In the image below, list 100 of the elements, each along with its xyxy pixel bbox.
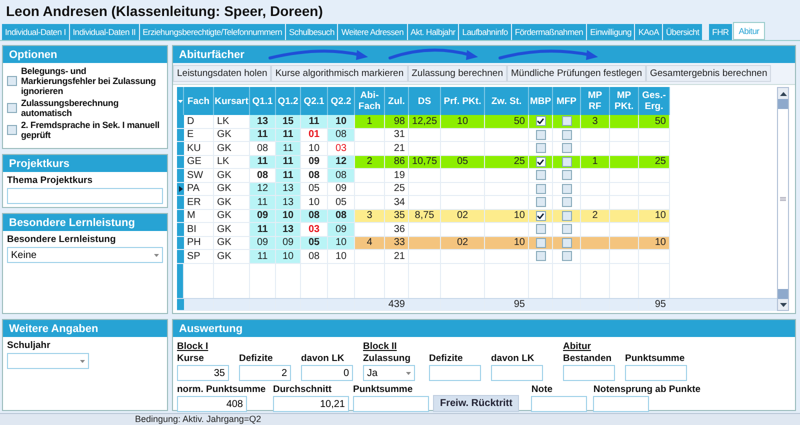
input-field[interactable] bbox=[353, 396, 429, 412]
checkbox[interactable] bbox=[562, 197, 572, 208]
table-cell: 33 bbox=[385, 236, 409, 250]
checkbox[interactable] bbox=[536, 238, 546, 248]
grade-cell: 11 bbox=[276, 128, 301, 142]
table-cell bbox=[610, 128, 639, 142]
table-cell: ER bbox=[184, 196, 214, 210]
column-header[interactable]: Abi-Fach bbox=[355, 87, 385, 115]
input-field[interactable]: 2 bbox=[239, 365, 291, 381]
input-field[interactable] bbox=[625, 365, 687, 381]
table-cell: KU bbox=[184, 142, 214, 156]
tab[interactable]: Akt. Halbjahr bbox=[408, 24, 458, 40]
grade-cell: 05 bbox=[328, 196, 355, 210]
input-field[interactable]: 35 bbox=[177, 365, 229, 381]
tab[interactable]: Erziehungsberechtigte/Telefonnummern bbox=[140, 24, 286, 40]
column-header[interactable]: Q2.1 bbox=[301, 87, 328, 115]
tab[interactable]: Weitere Adressen bbox=[338, 24, 407, 40]
toolbar-button[interactable]: Zulassung berechnen bbox=[408, 65, 507, 82]
checkbox[interactable] bbox=[536, 184, 546, 194]
tab[interactable]: Schulbesuch bbox=[286, 24, 338, 40]
column-header[interactable]: MFP bbox=[553, 87, 581, 115]
column-header[interactable]: Q1.2 bbox=[276, 87, 301, 115]
checkbox[interactable] bbox=[562, 224, 572, 234]
tab[interactable]: Abitur bbox=[732, 22, 766, 40]
toolbar-button[interactable]: Mündliche Prüfungen festlegen bbox=[507, 65, 646, 82]
dropdown[interactable]: Keine bbox=[7, 247, 163, 263]
column-header[interactable] bbox=[177, 87, 184, 115]
table-cell bbox=[355, 250, 385, 264]
checkbox[interactable] bbox=[536, 251, 546, 262]
tab[interactable]: FHR bbox=[709, 24, 732, 40]
column-header[interactable]: Kursart bbox=[214, 87, 250, 115]
row-header[interactable] bbox=[177, 182, 184, 196]
checkbox-label: Zulassungsberechnung automatisch bbox=[21, 98, 120, 118]
panel-title: Weitere Angaben bbox=[3, 320, 167, 337]
checkbox[interactable] bbox=[562, 156, 572, 167]
column-header[interactable]: Ges.- Erg. bbox=[639, 87, 670, 115]
checkbox[interactable] bbox=[536, 170, 546, 180]
checkbox[interactable] bbox=[7, 125, 17, 135]
toolbar-button[interactable]: Gesamtergebnis berechnen bbox=[646, 65, 772, 82]
checkbox[interactable] bbox=[536, 210, 546, 221]
button[interactable]: Freiw. Rücktritt bbox=[433, 395, 520, 412]
table-cell: D bbox=[184, 115, 214, 128]
column-header[interactable]: Q2.2 bbox=[328, 87, 355, 115]
table-cell bbox=[610, 182, 639, 196]
input-field[interactable] bbox=[491, 365, 543, 381]
table-cell bbox=[610, 250, 639, 264]
tab[interactable]: Einwilligung bbox=[587, 24, 634, 40]
toolbar-button[interactable]: Kurse algorithmisch markieren bbox=[271, 65, 408, 82]
dropdown[interactable]: Ja bbox=[363, 365, 415, 381]
checkbox[interactable] bbox=[562, 251, 572, 262]
input-field[interactable] bbox=[531, 396, 588, 412]
input-field[interactable] bbox=[429, 365, 481, 381]
dropdown[interactable] bbox=[7, 353, 89, 369]
grade-cell: 11 bbox=[250, 128, 276, 142]
column-header[interactable]: Prf. PKt. bbox=[441, 87, 485, 115]
checkbox[interactable] bbox=[562, 210, 572, 221]
column-header[interactable]: MP RF bbox=[581, 87, 610, 115]
checkbox[interactable] bbox=[536, 156, 546, 167]
checkbox[interactable] bbox=[536, 224, 546, 234]
input-field[interactable] bbox=[7, 188, 163, 204]
scrollbar[interactable] bbox=[777, 87, 789, 311]
tab[interactable]: Laufbahninfo bbox=[459, 24, 511, 40]
tab[interactable]: Übersicht bbox=[662, 24, 702, 40]
field-label: davon LK bbox=[491, 353, 536, 364]
field-label: Durchschnitt bbox=[273, 384, 333, 395]
checkbox[interactable] bbox=[536, 116, 546, 126]
toolbar-button[interactable]: Leistungsdaten holen bbox=[173, 65, 272, 82]
input-field[interactable]: 0 bbox=[301, 365, 353, 381]
column-header[interactable]: Zw. St. bbox=[485, 87, 529, 115]
column-header[interactable]: DS bbox=[409, 87, 441, 115]
checkbox[interactable] bbox=[536, 130, 546, 140]
input-field[interactable]: 408 bbox=[177, 396, 247, 412]
tab[interactable]: Individual-Daten II bbox=[70, 24, 139, 40]
panel-title: Auswertung bbox=[173, 320, 795, 337]
checkbox[interactable] bbox=[562, 143, 572, 154]
checkbox[interactable] bbox=[7, 76, 17, 86]
checkbox[interactable] bbox=[562, 238, 572, 248]
column-header[interactable]: Fach bbox=[184, 87, 214, 115]
checkbox[interactable] bbox=[562, 130, 572, 140]
column-header[interactable]: MBP bbox=[529, 87, 553, 115]
grade-cell: 10 bbox=[328, 236, 355, 250]
input-field[interactable] bbox=[593, 396, 650, 412]
column-header[interactable]: Zul. bbox=[385, 87, 409, 115]
checkbox[interactable] bbox=[562, 170, 572, 180]
checkbox[interactable] bbox=[7, 103, 17, 113]
tab[interactable]: Fördermaßnahmen bbox=[512, 24, 586, 40]
tab[interactable]: KAoA bbox=[635, 24, 662, 40]
table-cell: 35 bbox=[385, 210, 409, 223]
table-cell: BI bbox=[184, 223, 214, 236]
column-header[interactable]: Q1.1 bbox=[250, 87, 276, 115]
column-header[interactable]: MP PKt. bbox=[610, 87, 639, 115]
tab[interactable]: Individual-Daten I bbox=[2, 24, 69, 40]
checkbox[interactable] bbox=[536, 143, 546, 154]
input-field[interactable]: 10,21 bbox=[273, 396, 349, 412]
section-heading: Block II bbox=[363, 341, 398, 352]
checkbox[interactable] bbox=[562, 184, 572, 194]
grade-cell: 05 bbox=[301, 236, 328, 250]
checkbox[interactable] bbox=[536, 197, 546, 208]
checkbox[interactable] bbox=[562, 116, 572, 126]
input-field[interactable] bbox=[563, 365, 615, 381]
